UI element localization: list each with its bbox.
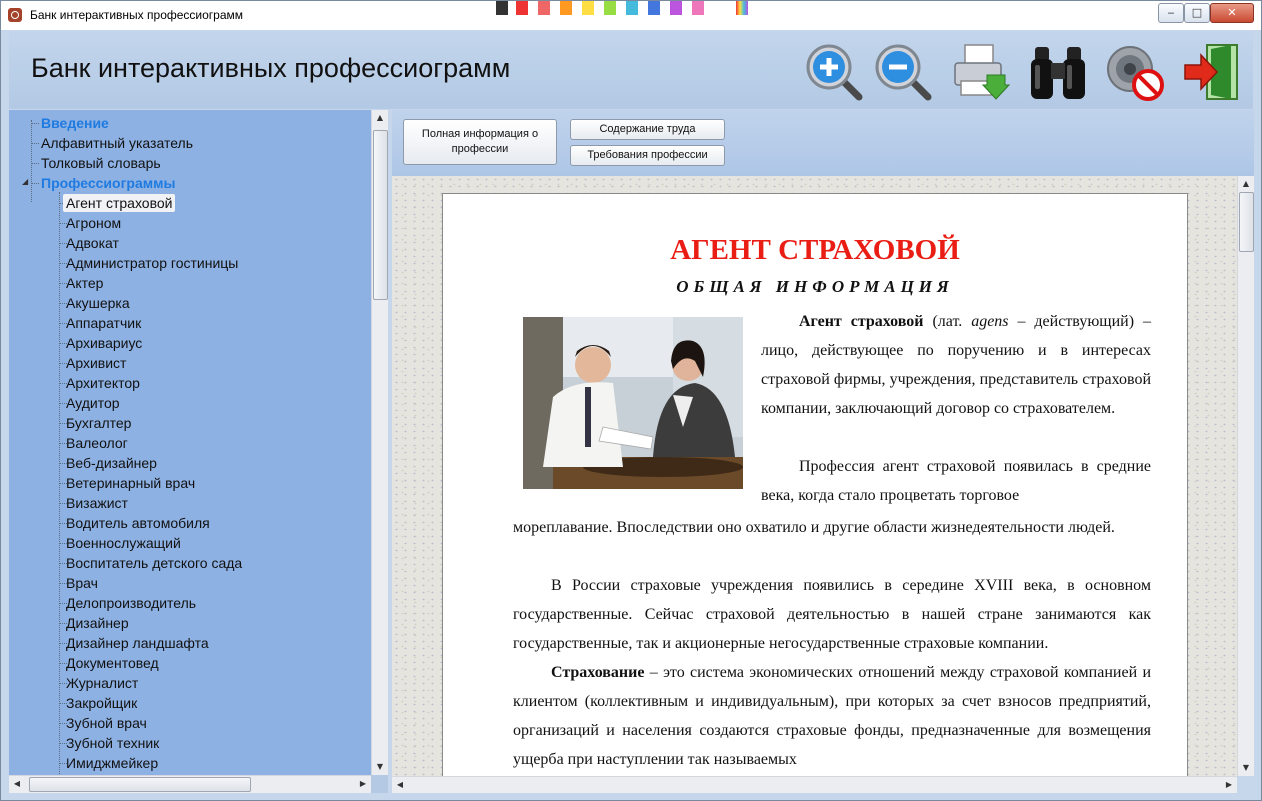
sidebar-item[interactable]: Алфавитный указатель (41, 133, 193, 153)
tree-item[interactable]: Архивист (66, 353, 126, 373)
section-tabs: Полная информация о профессии Содержание… (392, 110, 1254, 176)
zoom-in-icon[interactable] (803, 41, 865, 103)
tree-item[interactable]: Дизайнер ландшафта (66, 633, 209, 653)
tree-item[interactable]: Архитектор (66, 373, 140, 393)
tree-item[interactable]: Врач (66, 573, 98, 593)
tree-item[interactable]: Водитель автомобиля (66, 513, 210, 533)
tree-item[interactable]: Веб-дизайнер (66, 453, 157, 473)
document-horizontal-scrollbar[interactable]: ◀ ▶ (392, 776, 1237, 793)
tree-item[interactable]: Ветеринарный врач (66, 473, 195, 493)
expand-arrow-icon[interactable]: ◢ (22, 172, 28, 192)
tree-item[interactable]: Агроном (66, 213, 121, 233)
tree-item[interactable]: Закройщик (66, 693, 137, 713)
content-panel: Полная информация о профессии Содержание… (392, 110, 1254, 793)
tree-item[interactable]: Журналист (66, 673, 138, 693)
tab-requirements[interactable]: Требования профессии (570, 145, 725, 166)
tree-horizontal-scrollbar[interactable]: ◀ ▶ (9, 775, 371, 793)
scroll-up-arrow-icon[interactable]: ▲ (372, 110, 388, 126)
tree-item[interactable]: Имиджмейкер (66, 753, 158, 773)
window-title: Банк интерактивных профессиограмм (30, 8, 244, 22)
doc-scroll-down-arrow-icon[interactable]: ▼ (1238, 760, 1254, 776)
tree-item[interactable]: Документовед (66, 653, 159, 673)
document-title: АГЕНТ СТРАХОВОЙ (670, 234, 960, 266)
sidebar-item[interactable]: Толковый словарь (41, 153, 161, 173)
scrollbar-thumb[interactable] (373, 130, 388, 300)
tree-item[interactable]: Актер (66, 273, 103, 293)
tree-vertical-scrollbar[interactable]: ▲ ▼ (371, 110, 388, 775)
tree-item[interactable]: Воспитатель детского сада (66, 553, 242, 573)
navigation-panel: Введение Алфавитный указатель Толковый сло… (9, 110, 388, 793)
scroll-left-arrow-icon[interactable]: ◀ (9, 776, 25, 792)
tree-item[interactable]: Акушерка (66, 293, 130, 313)
document-page: АГЕНТ СТРАХОВОЙ ОБЩАЯ ИНФОРМАЦИЯ Агент с… (442, 193, 1188, 776)
tab-full-info[interactable]: Полная информация о профессии (403, 119, 557, 165)
document-viewer: АГЕНТ СТРАХОВОЙ ОБЩАЯ ИНФОРМАЦИЯ Агент с… (392, 176, 1237, 776)
doc-scrollbar-thumb[interactable] (1239, 192, 1254, 252)
exit-icon[interactable] (1181, 41, 1243, 103)
doc-scroll-left-arrow-icon[interactable]: ◀ (392, 777, 408, 793)
paragraph-4: Страхование – это система экономических … (513, 664, 1151, 768)
document-vertical-scrollbar[interactable]: ▲ ▼ (1237, 176, 1254, 776)
agents-photo (523, 317, 743, 489)
header-toolbar: Банк интерактивных профессиограмм (9, 31, 1253, 109)
doc-scroll-up-arrow-icon[interactable]: ▲ (1238, 176, 1254, 192)
zoom-out-icon[interactable] (872, 41, 934, 103)
tab-work-content[interactable]: Содержание труда (570, 119, 725, 140)
app-window: Банк интерактивных профессиограмм ‒ □ ✕ … (0, 0, 1262, 801)
hscrollbar-thumb[interactable] (29, 777, 251, 792)
tree-item[interactable]: Дизайнер (66, 613, 129, 633)
profession-tree: Введение Алфавитный указатель Толковый сло… (9, 110, 371, 775)
tree-item[interactable]: Визажист (66, 493, 128, 513)
tree-item[interactable]: Зубной врач (66, 713, 147, 733)
paragraph-2-part1: Профессия агент страховой появилась в ср… (761, 458, 1151, 504)
tree-item[interactable]: Аудитор (66, 393, 120, 413)
sidebar-item[interactable]: Профессиограммы (41, 173, 175, 193)
sidebar-item[interactable]: Введение (41, 113, 109, 133)
tree-item[interactable]: Адвокат (66, 233, 119, 253)
tree-item[interactable]: Аппаратчик (66, 313, 141, 333)
tree-item-selected[interactable]: Агент страховой (63, 194, 176, 212)
binoculars-icon[interactable] (1027, 41, 1089, 103)
paragraph-3: В России страховые учреждения появились … (513, 577, 1151, 652)
tree-item[interactable]: Зубной техник (66, 733, 159, 753)
print-icon[interactable] (949, 41, 1011, 103)
scroll-down-arrow-icon[interactable]: ▼ (372, 759, 388, 775)
tree-item[interactable]: Делопроизводитель (66, 593, 196, 613)
app-icon (8, 8, 22, 22)
maximize-button[interactable]: □ (1184, 3, 1210, 23)
document-subtitle: ОБЩАЯ ИНФОРМАЦИЯ (676, 277, 954, 296)
tree-item[interactable]: Военнослужащий (66, 533, 181, 553)
tree-item[interactable]: Бухгалтер (66, 413, 131, 433)
title-bar: Банк интерактивных профессиограмм ‒ □ ✕ (1, 1, 1261, 30)
app-title: Банк интерактивных профессиограмм (31, 53, 511, 83)
doc-scroll-right-arrow-icon[interactable]: ▶ (1221, 777, 1237, 793)
minimize-button[interactable]: ‒ (1158, 3, 1184, 23)
paragraph-2-part2: мореплавание. Впоследствии оно охватило … (513, 519, 1115, 536)
paragraph-1: Агент страховой (лат. agens – действующи… (761, 313, 1151, 417)
tree-item[interactable]: Администратор гостиницы (66, 253, 238, 273)
sound-off-icon[interactable] (1104, 41, 1166, 103)
scroll-right-arrow-icon[interactable]: ▶ (355, 776, 371, 792)
tree-item[interactable]: Валеолог (66, 433, 128, 453)
tree-item[interactable]: Архивариус (66, 333, 142, 353)
close-button[interactable]: ✕ (1210, 3, 1254, 23)
